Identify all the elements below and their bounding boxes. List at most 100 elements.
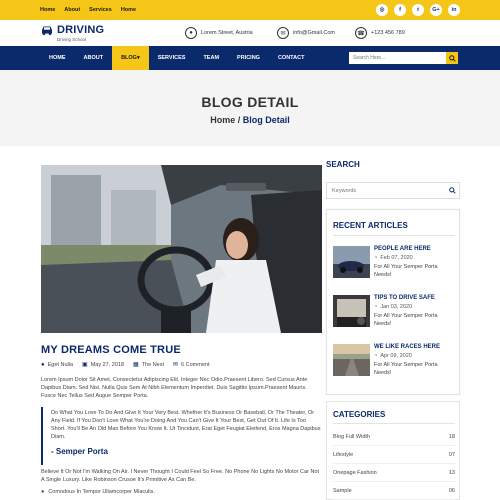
comment-icon: ✉ <box>173 362 179 368</box>
article-thumbnail[interactable] <box>333 246 370 278</box>
article-date: ◔ Jan 03, 2020 <box>374 304 412 310</box>
main-nav: HOME ABOUT BLOG▾ SERVICES TEAM PRICING C… <box>0 46 500 70</box>
category-count: 07 <box>448 451 455 458</box>
divider <box>333 423 455 424</box>
top-link-home[interactable]: Home <box>40 7 55 13</box>
article-date-text: Jan 03, 2020 <box>380 304 413 310</box>
category-item[interactable]: Lifestyle 07 <box>333 446 455 464</box>
calendar-icon: ▣ <box>82 362 88 368</box>
nav-search-input[interactable] <box>349 52 446 64</box>
post-author[interactable]: ● Eget Nulla <box>41 362 73 368</box>
post-category[interactable]: ▦ The Nest <box>133 361 165 369</box>
email-text[interactable]: info@Gmail.Com <box>293 30 335 36</box>
category-name: Lifestyle <box>333 451 354 458</box>
nav-item-pricing[interactable]: PRICING <box>228 46 269 70</box>
divider <box>333 235 455 236</box>
article-date-text: Feb 07, 2020 <box>380 255 413 261</box>
phone-icon: ☎ <box>355 27 367 39</box>
article-date-text: Apr 09, 2020 <box>380 353 412 359</box>
post-image <box>41 165 322 333</box>
linkedin-icon[interactable]: in <box>448 4 460 16</box>
post-category-text: The Nest <box>141 361 165 368</box>
google-plus-icon[interactable]: G+ <box>430 4 442 16</box>
quote-author: - Semper Porta <box>51 447 108 456</box>
nav-item-services[interactable]: SERVICES <box>149 46 195 70</box>
recent-article[interactable]: WE LIKE RACES HERE ◔ Apr 09, 2020 For All… <box>333 344 455 384</box>
top-link-about[interactable]: About <box>64 7 80 13</box>
article-date: ◔ Feb 07, 2020 <box>374 255 413 261</box>
article-date: ◔ Apr 09, 2020 <box>374 353 412 359</box>
nav-item-about[interactable]: ABOUT <box>75 46 113 70</box>
top-bar: Home About Services Home ◎ f t G+ in <box>0 0 500 20</box>
brand-name: DRIVING <box>57 24 105 36</box>
sidebar-search-input[interactable] <box>327 187 445 194</box>
category-count: 06 <box>448 487 455 494</box>
address-info: ● Lorem Street, Austria <box>185 27 253 39</box>
post-author-name: Eget Nulla <box>47 361 74 368</box>
article-thumbnail[interactable] <box>333 344 370 376</box>
nav-search <box>349 52 458 64</box>
clock-icon: ◔ <box>374 304 378 310</box>
brand-tagline: Driving School <box>57 37 87 42</box>
categories-widget: CATEGORIES Blog Full Width 18 Lifestyle … <box>326 401 460 500</box>
nav-item-contact[interactable]: CONTACT <box>269 46 313 70</box>
article-title[interactable]: PEOPLE ARE HERE <box>374 246 431 252</box>
nav-item-blog[interactable]: BLOG▾ <box>112 46 149 70</box>
social-links: ◎ f t G+ in <box>376 4 460 16</box>
post-body: Believe It Or Not I'm Walking On Air. I … <box>41 469 320 483</box>
search-widget-title: SEARCH <box>326 160 360 169</box>
clock-icon: ◔ <box>374 353 378 359</box>
twitter-icon[interactable]: t <box>412 4 424 16</box>
category-name: Onepage Fashion <box>333 469 377 476</box>
address-text: Lorem Street, Austria <box>201 30 253 36</box>
article-title[interactable]: WE LIKE RACES HERE <box>374 344 440 350</box>
quote-text: Do What You Love To Do And Give It Your … <box>51 410 321 440</box>
category-name: Blog Full Width <box>333 433 370 440</box>
rss-icon[interactable]: ◎ <box>376 4 388 16</box>
site-header: DRIVING Driving School ● Lorem Street, A… <box>0 20 500 46</box>
search-button[interactable] <box>446 52 458 64</box>
email-info: ✉ info@Gmail.Com <box>277 27 335 39</box>
breadcrumb-current: Blog Detail <box>242 115 290 125</box>
search-icon <box>448 54 456 62</box>
article-title[interactable]: TIPS TO DRIVE SAFE <box>374 295 435 301</box>
category-name: Sample <box>333 487 352 494</box>
post-date-text: May 27, 2018 <box>90 361 125 368</box>
search-icon <box>448 187 456 194</box>
category-item[interactable]: Sample 06 <box>333 482 455 500</box>
top-link-services[interactable]: Services <box>89 7 112 13</box>
logo[interactable]: DRIVING Driving School <box>40 24 105 42</box>
post-meta: ● Eget Nulla ▣ May 27, 2018 ▦ The Nest ✉ 6 C… <box>41 361 210 369</box>
mail-icon: ✉ <box>277 27 289 39</box>
category-item[interactable]: Blog Full Width 18 <box>333 428 455 446</box>
article-thumbnail[interactable] <box>333 295 370 327</box>
phone-text[interactable]: +123 456 789 <box>371 30 405 36</box>
sidebar-search-button[interactable] <box>445 187 459 194</box>
folder-icon: ▦ <box>133 362 139 368</box>
bullet-text: Comodous In Tempor Ullamcorper Miaculis. <box>48 489 155 495</box>
post-comments[interactable]: ✉ 6 Comment <box>173 361 210 369</box>
recent-article[interactable]: TIPS TO DRIVE SAFE ◔ Jan 03, 2020 For All… <box>333 295 455 335</box>
post-intro: Lorem Ipsum Dolor Sit Amet, Consectetur … <box>41 377 308 399</box>
top-link-home-2[interactable]: Home <box>121 7 136 13</box>
post-comments-text: 6 Comment <box>181 361 210 368</box>
category-count: 13 <box>448 469 455 476</box>
recent-articles-title: RECENT ARTICLES <box>333 221 408 230</box>
recent-article[interactable]: PEOPLE ARE HERE ◔ Feb 07, 2020 For All Yo… <box>333 246 455 286</box>
facebook-icon[interactable]: f <box>394 4 406 16</box>
post-bullet: ● Comodous In Tempor Ullamcorper Miaculis… <box>41 489 155 495</box>
phone-info: ☎ +123 456 789 <box>355 27 405 39</box>
nav-item-team[interactable]: TEAM <box>194 46 228 70</box>
sidebar-search <box>326 182 460 199</box>
car-icon <box>42 26 52 35</box>
nav-menu: HOME ABOUT BLOG▾ SERVICES TEAM PRICING C… <box>40 46 313 70</box>
article-excerpt: For All Your Semper Porta Needs! <box>374 313 438 327</box>
location-icon: ● <box>185 27 197 39</box>
nav-item-home[interactable]: HOME <box>40 46 75 70</box>
category-item[interactable]: Onepage Fashion 13 <box>333 464 455 482</box>
user-icon: ● <box>41 361 45 368</box>
article-excerpt: For All Your Semper Porta Needs! <box>374 362 438 376</box>
breadcrumb-home[interactable]: Home <box>210 115 235 125</box>
sidebar: SEARCH <box>326 160 460 169</box>
category-count: 18 <box>448 433 455 440</box>
